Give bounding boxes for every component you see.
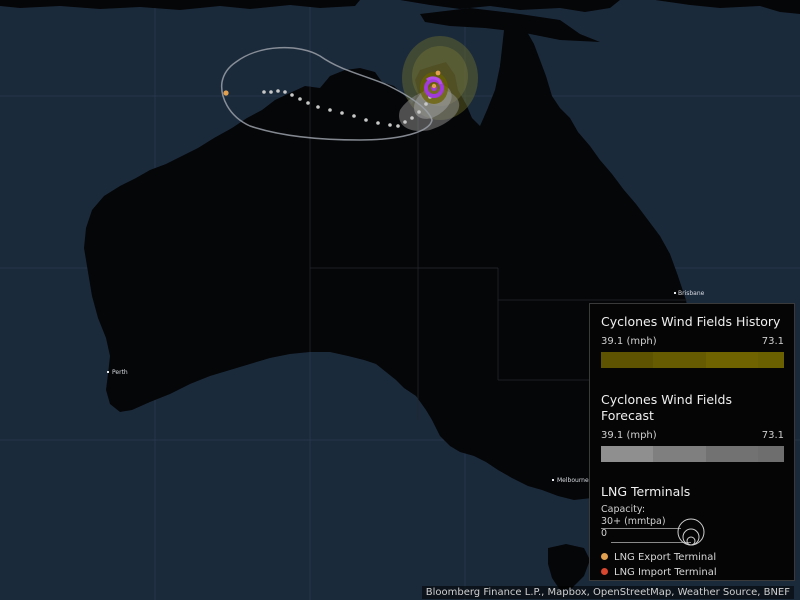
lng-export-legend: LNG Export Terminal [601,550,784,565]
city-brisbane[interactable]: Brisbane [674,290,705,297]
ramp-swatch [653,446,680,462]
forecast-min-label: 39.1 (mph) [601,430,657,441]
ramp-swatch [705,446,732,462]
ramp-swatch [757,352,784,368]
city-label: Perth [112,369,128,376]
ramp-swatch [731,446,758,462]
forecast-max-label: 73.1 [761,430,784,441]
history-range: 39.1 (mph) 73.1 [601,336,784,348]
lng-export-terminal[interactable] [431,83,437,89]
capacity-max-label: 30+ (mmtpa) [601,516,666,527]
ramp-swatch [679,352,706,368]
export-dot-icon [601,553,608,560]
ramp-swatch [627,446,654,462]
ramp-swatch [679,446,706,462]
city-melbourne[interactable]: Melbourne [552,477,589,484]
ramp-swatch [627,352,654,368]
history-min-label: 39.1 (mph) [601,336,657,347]
ramp-swatch [601,352,628,368]
import-dot-icon [601,568,608,575]
capacity-leader-max [601,528,681,529]
forecast-range: 39.1 (mph) 73.1 [601,430,784,442]
history-max-label: 73.1 [761,336,784,347]
ramp-swatch [731,352,758,368]
lng-legend-title: LNG Terminals [601,484,691,499]
capacity-circles-icon [677,518,705,546]
lng-import-label: LNG Import Terminal [614,567,717,578]
ramp-swatch [757,446,784,462]
ramp-swatch [601,446,628,462]
legend-panel: Cyclones Wind Fields History 39.1 (mph) … [589,303,795,581]
ramp-swatch [705,352,732,368]
map-attribution[interactable]: Bloomberg Finance L.P., Mapbox, OpenStre… [421,586,794,599]
capacity-min-label: 0 [601,528,608,539]
history-color-ramp [601,352,784,368]
lng-import-legend: LNG Import Terminal [601,565,784,580]
lng-export-terminal[interactable] [435,70,441,76]
lng-export-terminal[interactable] [223,90,229,96]
forecast-legend-title: Cyclones Wind Fields Forecast [601,392,732,423]
city-label: Melbourne [557,477,589,484]
capacity-scale: Capacity: 30+ (mmtpa) 0 [601,504,784,548]
history-legend-title: Cyclones Wind Fields History [601,314,781,329]
forecast-color-ramp [601,446,784,462]
ramp-swatch [653,352,680,368]
lng-export-label: LNG Export Terminal [614,552,717,563]
city-label: Brisbane [678,290,705,297]
capacity-label: Capacity: [601,504,646,515]
